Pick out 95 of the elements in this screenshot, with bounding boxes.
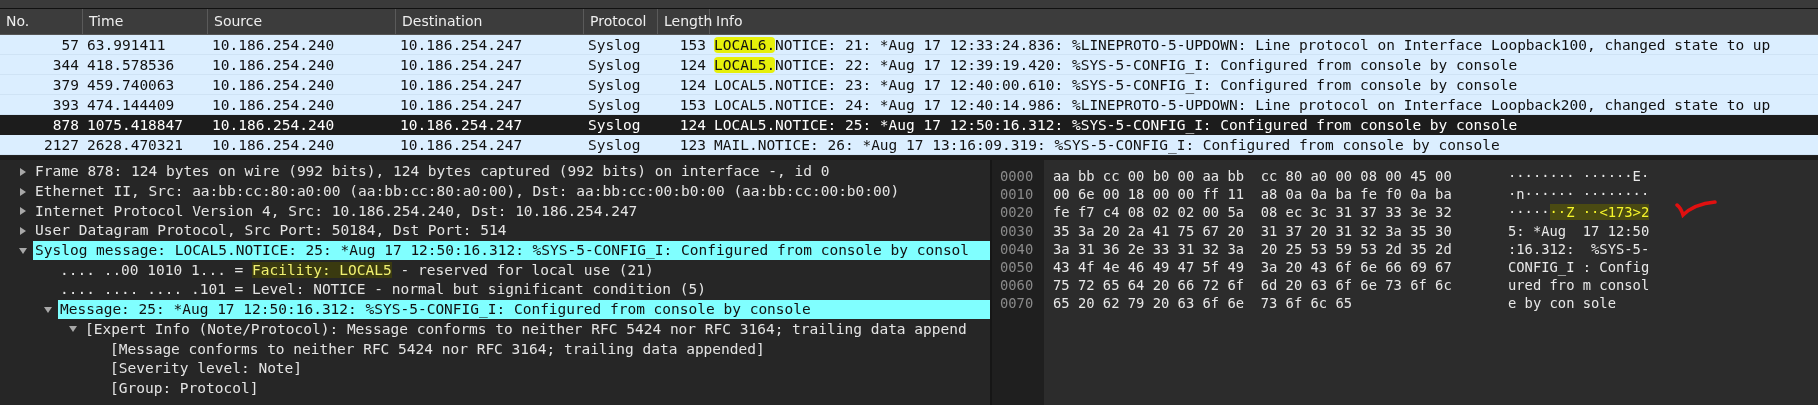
table-cell: 418.578536 [87, 57, 175, 73]
table-cell: 10.186.254.240 [212, 137, 335, 153]
table-cell: 57 [61, 37, 79, 53]
detail-line[interactable]: [Message conforms to neither RFC 5424 nor RFC 3164; trailing data appended] [108, 339, 765, 359]
detail-line[interactable]: Ethernet II, Src: aa:bb:cc:80:a0:00 (aa:bb:cc:80:a0:00), Dst: aa:bb:cc:00:b0:00 (aa:bb:cc:00:b0:00) [33, 182, 900, 202]
detail-line[interactable]: [Group: Protocol] [108, 378, 259, 398]
table-cell: Syslog [588, 137, 641, 153]
table-cell: 10.186.254.247 [400, 137, 523, 153]
byte-offset: 0010 [1000, 186, 1034, 203]
hex-bytes: 75 72 65 64 20 66 72 6f 6d 20 63 6f 6e 73 6f 6c [1053, 277, 1452, 294]
table-cell: 10.186.254.240 [212, 77, 335, 93]
table-cell: 344 [52, 57, 79, 73]
table-cell: 153 [679, 97, 706, 113]
byte-offset: 0070 [1000, 295, 1034, 312]
table-cell: MAIL.NOTICE: 26: *Aug 17 13:16:09.319: %SYS-5-CONFIG_I: Configured from console by console [714, 137, 1500, 153]
column-header[interactable]: Protocol [584, 9, 658, 34]
packet-row[interactable]: 2127 2628.470321 10.186.254.240 10.186.254.247 Syslog 123 MAIL.NOTICE: 26: *Aug 17 13:16:09.319: %SYS-5-CONFIG_I: Configured from console by console [0, 135, 1818, 155]
byte-offset: 0060 [1000, 277, 1034, 294]
expander-icon[interactable] [42, 304, 53, 315]
hex-bytes: 35 3a 20 2a 41 75 67 20 31 37 20 31 32 3a 35 30 [1053, 222, 1452, 239]
ascii-bytes: e by con sole [1508, 295, 1616, 312]
ascii-bytes: ured fro m consol [1508, 277, 1650, 294]
table-cell: 10.186.254.240 [212, 37, 335, 53]
table-cell: 10.186.254.240 [212, 97, 335, 113]
table-cell: 878 [52, 117, 79, 133]
detail-line[interactable]: [Severity level: Note] [108, 359, 303, 379]
table-cell: 2628.470321 [87, 137, 184, 153]
table-cell: Syslog [588, 77, 641, 93]
table-cell: Syslog [588, 57, 641, 73]
byte-offset: 0040 [1000, 240, 1034, 257]
table-cell: 2127 [44, 137, 79, 153]
ascii-bytes: CONFIG_I : Config [1508, 258, 1650, 275]
expander-icon[interactable] [17, 166, 28, 177]
table-cell: 10.186.254.240 [212, 57, 335, 73]
byte-offset: 0020 [1000, 204, 1034, 221]
column-header[interactable]: Time [83, 9, 208, 34]
hex-bytes: 00 6e 00 18 00 00 ff 11 a8 0a 0a ba fe f0 0a ba [1053, 186, 1452, 203]
byte-offset: 0030 [1000, 222, 1034, 239]
table-cell: LOCAL5.NOTICE: 23: *Aug 17 12:40:00.610: %SYS-5-CONFIG_I: Configured from console by console [714, 77, 1518, 93]
packet-row[interactable]: 393 474.144409 10.186.254.240 10.186.254.247 Syslog 153 LOCAL5.NOTICE: 24: *Aug 17 12:40:14.986: %LINEPROTO-5-UPDOWN: Line protocol on Interface Loopback200, changed state to up [0, 95, 1818, 115]
table-cell: Syslog [588, 97, 641, 113]
table-cell: 10.186.254.247 [400, 77, 523, 93]
table-cell: LOCAL5.NOTICE: 24: *Aug 17 12:40:14.986: %LINEPROTO-5-UPDOWN: Line protocol on Interface Loopback200, changed state to up [714, 97, 1771, 113]
expander-icon[interactable] [17, 245, 28, 256]
ascii-bytes: ·n······ ········ [1508, 186, 1650, 203]
ascii-bytes: 5: *Aug 17 12:50 [1508, 222, 1650, 239]
table-cell: 459.740063 [87, 77, 175, 93]
table-cell: LOCAL5.NOTICE: 25: *Aug 17 12:50:16.312: %SYS-5-CONFIG_I: Configured from console by console [714, 117, 1518, 133]
detail-line[interactable]: Frame 878: 124 bytes on wire (992 bits), 124 bytes captured (992 bits) on interface -, id 0 [33, 162, 830, 182]
expander-icon[interactable] [17, 225, 28, 236]
table-cell: 10.186.254.247 [400, 57, 523, 73]
expander-icon[interactable] [17, 206, 28, 217]
detail-line[interactable]: .... ..00 1010 1... = Facility: LOCAL5 - reserved for local use (21) [58, 260, 654, 280]
table-cell: 124 [679, 57, 706, 73]
table-cell: 1075.418847 [87, 117, 184, 133]
packet-row[interactable]: 57 63.991411 10.186.254.240 10.186.254.247 Syslog 153 LOCAL6.NOTICE: 21: *Aug 17 12:33:24.836: %LINEPROTO-5-UPDOWN: Line protocol on Interface Loopback100, changed state to up [0, 35, 1818, 55]
packet-row[interactable]: 344 418.578536 10.186.254.240 10.186.254.247 Syslog 124 LOCAL5.NOTICE: 22: *Aug 17 12:39:19.420: %SYS-5-CONFIG_I: Configured from console by console [0, 55, 1818, 75]
table-cell: 10.186.254.247 [400, 97, 523, 113]
packet-row[interactable]: 379 459.740063 10.186.254.240 10.186.254.247 Syslog 124 LOCAL5.NOTICE: 23: *Aug 17 12:40:00.610: %SYS-5-CONFIG_I: Configured from console by console [0, 75, 1818, 95]
table-cell: Syslog [588, 37, 641, 53]
column-header[interactable]: Info [710, 9, 1818, 34]
table-cell: 10.186.254.240 [212, 117, 335, 133]
column-header[interactable]: Length [658, 9, 710, 34]
detail-line[interactable]: User Datagram Protocol, Src Port: 50184, Dst Port: 514 [33, 221, 507, 241]
table-cell: 63.991411 [87, 37, 166, 53]
detail-line[interactable]: Internet Protocol Version 4, Src: 10.186.254.240, Dst: 10.186.254.247 [33, 201, 638, 221]
table-cell: 124 [679, 77, 706, 93]
table-cell: LOCAL6.NOTICE: 21: *Aug 17 12:33:24.836: %LINEPROTO-5-UPDOWN: Line protocol on Interface Loopback100, changed state to up [714, 37, 1771, 53]
hex-bytes: 65 20 62 79 20 63 6f 6e 73 6f 6c 65 [1053, 295, 1353, 312]
table-cell: 10.186.254.247 [400, 117, 523, 133]
byte-offset: 0050 [1000, 258, 1034, 275]
expander-icon[interactable] [17, 186, 28, 197]
table-cell: Syslog [588, 117, 641, 133]
column-header[interactable]: Source [208, 9, 396, 34]
ascii-bytes: ·······Z ··<173>2 [1508, 204, 1650, 221]
table-cell: 474.144409 [87, 97, 175, 113]
ascii-bytes: ········ ······E· [1508, 168, 1650, 184]
table-cell: 10.186.254.247 [400, 37, 523, 53]
hex-bytes: 43 4f 4e 46 49 47 5f 49 3a 20 43 6f 6e 66 69 67 [1053, 258, 1452, 275]
table-cell: 124 [679, 117, 706, 133]
table-cell: 379 [52, 77, 79, 93]
hex-bytes: 3a 31 36 2e 33 31 32 3a 20 25 53 59 53 2d 35 2d [1053, 240, 1452, 257]
table-cell: 393 [52, 97, 79, 113]
detail-line[interactable]: .... .... .... .101 = Level: NOTICE - normal but significant condition (5) [58, 280, 706, 300]
ascii-bytes: :16.312: %SYS-5- [1508, 240, 1650, 257]
column-header[interactable]: Destination [396, 9, 584, 34]
packet-row[interactable]: 878 1075.418847 10.186.254.240 10.186.254.247 Syslog 124 LOCAL5.NOTICE: 25: *Aug 17 12:50:16.312: %SYS-5-CONFIG_I: Configured from console by console [0, 115, 1818, 135]
column-header[interactable]: No. [0, 9, 83, 34]
table-cell: 153 [679, 37, 706, 53]
detail-line[interactable]: [Expert Info (Note/Protocol): Message conforms to neither RFC 5424 nor RFC 3164; trailing data append [83, 319, 967, 339]
hex-bytes: fe f7 c4 08 02 02 00 5a 08 ec 3c 31 37 33 3e 32 [1053, 204, 1452, 221]
hex-bytes: aa bb cc 00 b0 00 aa bb cc 80 a0 00 08 00 45 00 [1053, 168, 1452, 184]
byte-offset: 0000 [1000, 168, 1034, 184]
table-cell: LOCAL5.NOTICE: 22: *Aug 17 12:39:19.420: %SYS-5-CONFIG_I: Configured from console by console [714, 57, 1518, 73]
table-cell: 123 [679, 137, 706, 153]
